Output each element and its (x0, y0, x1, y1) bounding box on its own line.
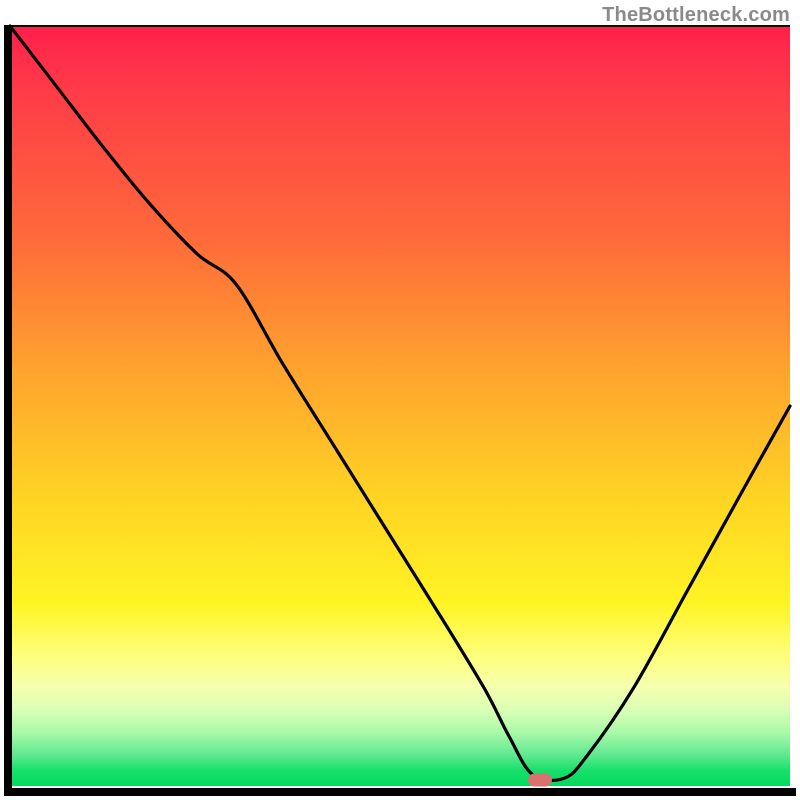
plot-area (10, 26, 790, 786)
bottleneck-curve (10, 26, 790, 786)
optimal-point-marker (528, 773, 552, 786)
watermark-text: TheBottleneck.com (602, 4, 790, 27)
axis-top (10, 25, 790, 27)
axis-bottom (4, 788, 796, 796)
chart-frame: TheBottleneck.com (0, 0, 800, 800)
axis-left (4, 25, 12, 796)
